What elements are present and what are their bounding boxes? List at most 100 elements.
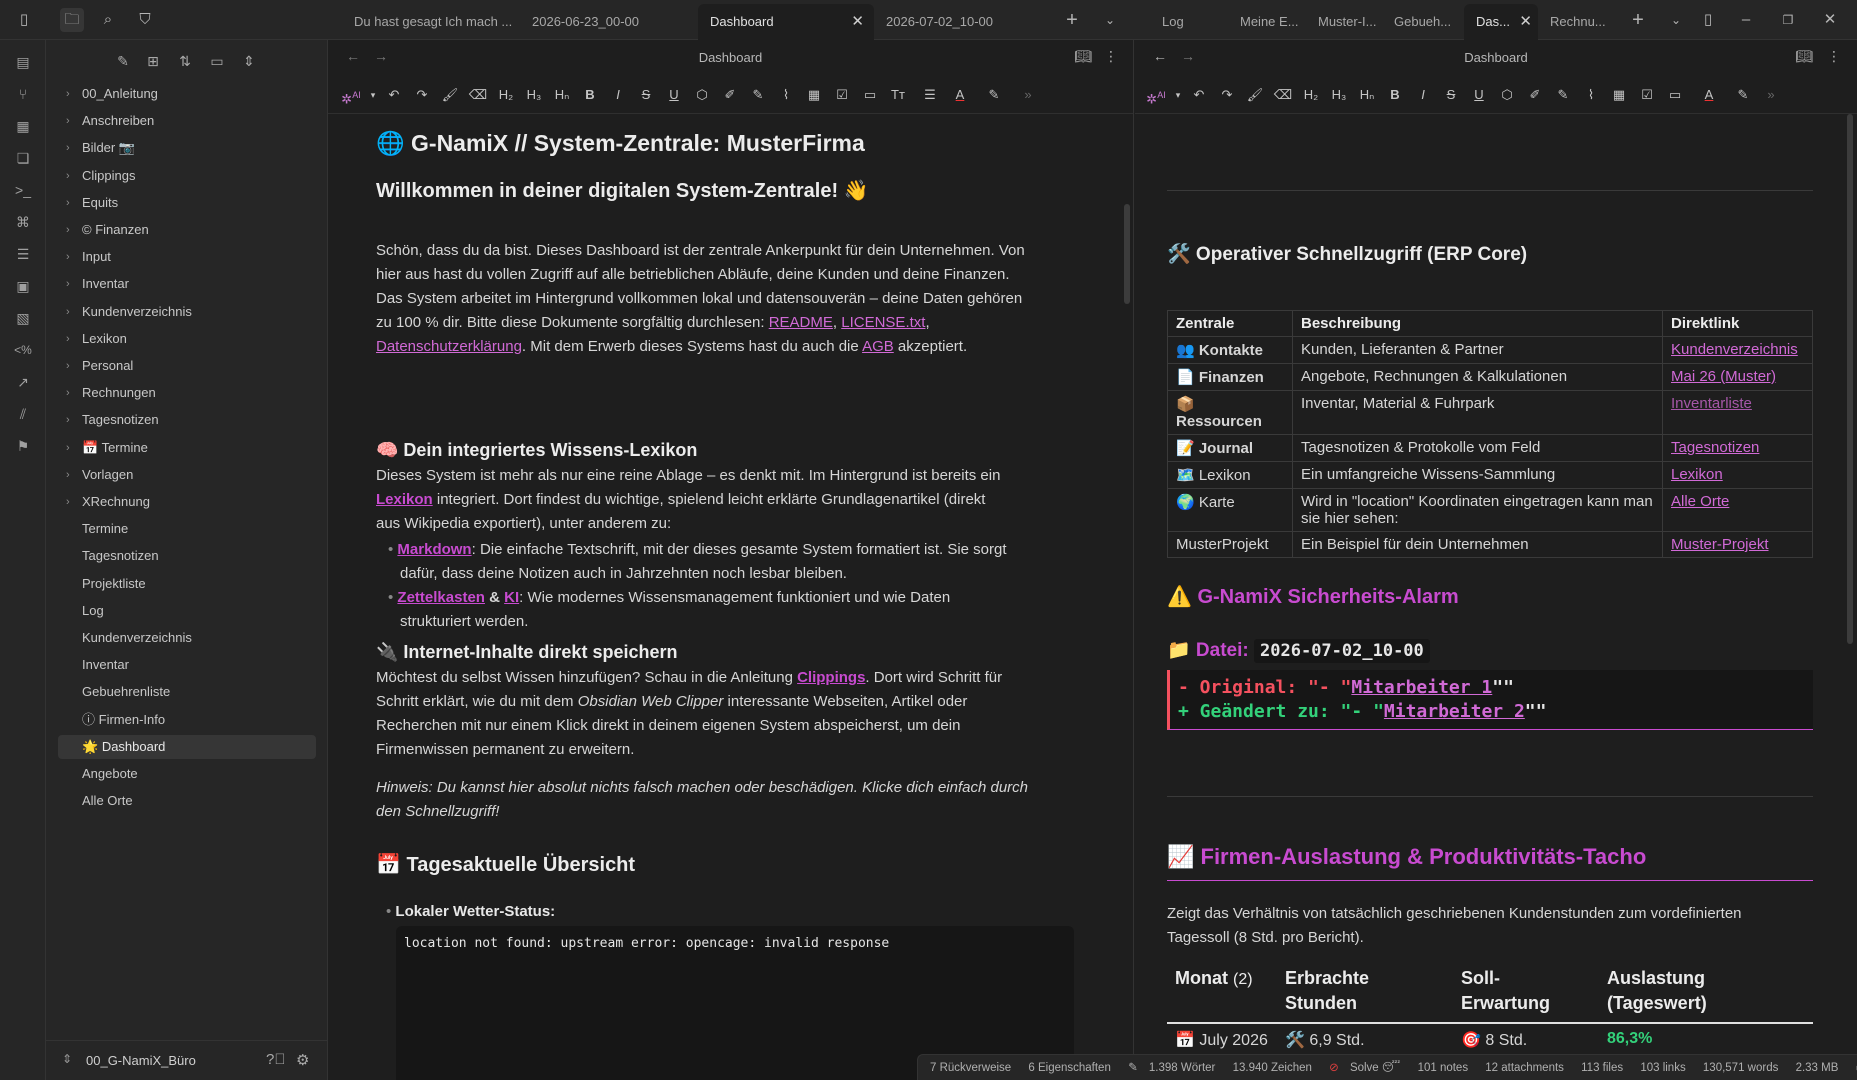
expand-icon[interactable]: ⇕ bbox=[238, 50, 260, 72]
tab-4[interactable]: 2026-07-02_10-00 bbox=[874, 4, 1054, 40]
close-icon[interactable]: ✕ bbox=[851, 4, 864, 40]
file-item[interactable]: Log bbox=[58, 599, 316, 623]
italic-icon[interactable]: I bbox=[1411, 85, 1435, 105]
tab-gebueh[interactable]: Gebueh... bbox=[1382, 4, 1462, 40]
reading-view-icon[interactable]: 📖︎ bbox=[1795, 48, 1813, 65]
underline-icon[interactable]: U bbox=[662, 85, 686, 105]
folder-item[interactable]: › Clippings bbox=[58, 164, 316, 188]
scrollbar[interactable] bbox=[1847, 114, 1853, 644]
help-icon[interactable]: ?⃝ bbox=[266, 1051, 286, 1068]
tab-dashboard-right[interactable]: Das... ✕ bbox=[1464, 4, 1538, 40]
direktlink[interactable]: Lexikon bbox=[1671, 466, 1723, 483]
file-item[interactable]: Gebuehrenliste bbox=[58, 680, 316, 704]
attachment-icon[interactable]: ⌇ bbox=[774, 85, 798, 105]
edit-icon[interactable]: ✎ bbox=[746, 85, 770, 105]
bold-icon[interactable]: B bbox=[578, 85, 602, 105]
file-item[interactable]: 🌟 Dashboard bbox=[58, 734, 316, 759]
bookmark-icon[interactable]: ⛉ bbox=[133, 8, 157, 32]
more-chevron-icon[interactable]: » bbox=[1016, 85, 1040, 105]
file-item[interactable]: Alle Orte bbox=[58, 789, 316, 813]
ai-icon[interactable]: ✲AI bbox=[334, 85, 368, 106]
h3-icon[interactable]: H₃ bbox=[1327, 85, 1351, 105]
strikethrough-icon[interactable]: S bbox=[634, 85, 658, 105]
folder-item[interactable]: › 📅 Termine bbox=[58, 436, 316, 460]
edit-icon[interactable]: ✎ bbox=[1128, 1062, 1138, 1074]
chevron-right-icon[interactable]: › bbox=[66, 463, 70, 487]
search-icon[interactable]: ⌕ bbox=[96, 8, 120, 32]
chevron-right-icon[interactable]: › bbox=[66, 408, 70, 432]
chevron-down-icon[interactable]: ▾ bbox=[368, 85, 378, 105]
direktlink[interactable]: Kundenverzeichnis bbox=[1671, 341, 1798, 358]
file-item[interactable]: Angebote bbox=[58, 762, 316, 786]
terminal-icon[interactable]: >_ bbox=[11, 178, 35, 202]
chevron-right-icon[interactable]: › bbox=[66, 327, 70, 351]
folder-item[interactable]: › Input bbox=[58, 245, 316, 269]
new-tab-icon[interactable]: + bbox=[1626, 8, 1650, 32]
chevron-right-icon[interactable]: › bbox=[66, 354, 70, 378]
chevron-right-icon[interactable]: › bbox=[66, 191, 70, 215]
minimize-icon[interactable]: – bbox=[1734, 8, 1758, 32]
attachment-icon[interactable]: ⌇ bbox=[1579, 85, 1603, 105]
chevron-right-icon[interactable]: › bbox=[66, 218, 70, 242]
direktlink[interactable]: Mai 26 (Muster) bbox=[1671, 368, 1776, 385]
templates-icon[interactable]: ❏ bbox=[11, 146, 35, 170]
chevron-right-icon[interactable]: › bbox=[66, 300, 70, 324]
cube-icon[interactable]: ⬡ bbox=[690, 85, 714, 105]
command-icon[interactable]: ⌘ bbox=[11, 210, 35, 234]
scrollbar[interactable] bbox=[1124, 204, 1130, 304]
folder-item[interactable]: › Inventar bbox=[58, 272, 316, 296]
chevron-right-icon[interactable]: › bbox=[66, 490, 70, 514]
strikethrough-icon[interactable]: S bbox=[1439, 85, 1463, 105]
checklist-icon[interactable]: ☑ bbox=[830, 85, 854, 105]
hn-icon[interactable]: Hₙ bbox=[1355, 85, 1379, 105]
undo-icon[interactable]: ↶ bbox=[382, 85, 406, 105]
window-close-icon[interactable]: ✕ bbox=[1818, 8, 1842, 32]
solve-status[interactable]: Solve 😴 bbox=[1350, 1062, 1400, 1074]
h3-icon[interactable]: H₃ bbox=[522, 85, 546, 105]
edit-icon[interactable]: ✎ bbox=[1551, 85, 1575, 105]
tab-1[interactable]: Du hast gesagt Ich mach ... bbox=[342, 4, 522, 40]
reading-view-icon[interactable]: 📖︎ bbox=[1074, 48, 1092, 65]
calendar-icon[interactable]: ▣ bbox=[11, 274, 35, 298]
undo-icon[interactable]: ↶ bbox=[1187, 85, 1211, 105]
chevron-right-icon[interactable]: › bbox=[66, 164, 70, 188]
folder-item[interactable]: › Rechnungen bbox=[58, 381, 316, 405]
lexikon-link[interactable]: Lexikon bbox=[376, 491, 433, 508]
folder-item[interactable]: › Kundenverzeichnis bbox=[58, 300, 316, 324]
tab-dashboard-left[interactable]: Dashboard ✕ bbox=[698, 4, 874, 40]
gallery-icon[interactable]: ▧ bbox=[11, 306, 35, 330]
underline-icon[interactable]: U bbox=[1467, 85, 1491, 105]
markdown-link[interactable]: Markdown bbox=[397, 541, 471, 558]
agb-link[interactable]: AGB bbox=[862, 338, 894, 355]
file-item[interactable]: Inventar bbox=[58, 653, 316, 677]
redo-icon[interactable]: ↷ bbox=[1215, 85, 1239, 105]
file-explorer-icon[interactable]: 🗀 bbox=[60, 8, 84, 32]
more-chevron-icon[interactable]: » bbox=[1759, 85, 1783, 105]
checklist-icon[interactable]: ☑ bbox=[1635, 85, 1659, 105]
highlight-icon[interactable]: ✎ bbox=[982, 85, 1006, 105]
backlinks-count[interactable]: 7 Rückverweise bbox=[930, 1062, 1011, 1074]
folder-item[interactable]: › © Finanzen bbox=[58, 218, 316, 242]
readme-link[interactable]: README bbox=[769, 314, 833, 331]
h2-icon[interactable]: H₂ bbox=[494, 85, 518, 105]
direktlink[interactable]: Tagesnotizen bbox=[1671, 439, 1759, 456]
comment-icon[interactable]: ▭ bbox=[858, 85, 882, 105]
settings-icon[interactable]: ⚙ bbox=[296, 1051, 309, 1069]
list-icon[interactable]: ☰ bbox=[918, 85, 942, 105]
datenschutz-link[interactable]: Datenschutzerklärung bbox=[376, 338, 522, 355]
folder-item[interactable]: › Anschreiben bbox=[58, 109, 316, 133]
folder-item[interactable]: › Vorlagen bbox=[58, 463, 316, 487]
folder-item[interactable]: › Personal bbox=[58, 354, 316, 378]
file-item[interactable]: Projektliste bbox=[58, 572, 316, 596]
tab-muster[interactable]: Muster-I... bbox=[1306, 4, 1386, 40]
hn-icon[interactable]: Hₙ bbox=[550, 85, 574, 105]
chevron-right-icon[interactable]: › bbox=[66, 436, 70, 460]
table-icon[interactable]: ▦ bbox=[802, 85, 826, 105]
graph-icon[interactable]: ⑂ bbox=[11, 82, 35, 106]
sync-off-icon[interactable]: ⊘ bbox=[1329, 1062, 1339, 1074]
chevron-down-icon[interactable]: ⌄ bbox=[1098, 8, 1122, 32]
zettelkasten-link[interactable]: Zettelkasten bbox=[397, 589, 485, 606]
chart-icon[interactable]: ↗ bbox=[11, 370, 35, 394]
folder-item[interactable]: › Lexikon bbox=[58, 327, 316, 351]
eraser-icon[interactable]: ⌫ bbox=[1271, 85, 1295, 105]
